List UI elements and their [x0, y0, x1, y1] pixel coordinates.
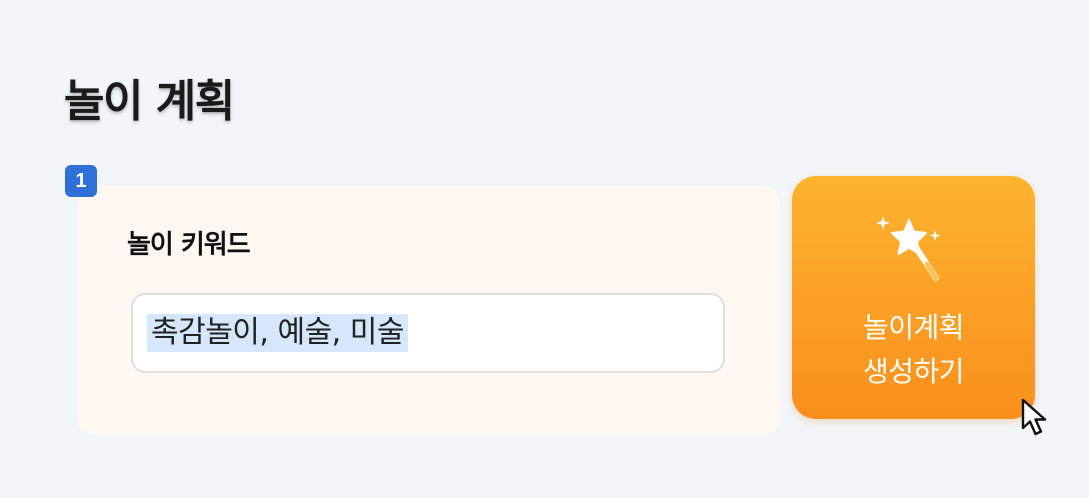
keyword-label: 놀이 키워드 [127, 230, 251, 260]
keyword-input-value: 촉감놀이, 예술, 미술 [147, 314, 408, 352]
generate-button-line2: 생성하기 [862, 355, 965, 388]
mouse-pointer-icon [1021, 398, 1047, 436]
keyword-card: 놀이 키워드 촉감놀이, 예술, 미술 [77, 186, 780, 435]
generate-button-line1: 놀이계획 [862, 311, 965, 344]
page-title: 놀이 계획 [64, 76, 235, 127]
magic-wand-icon [876, 216, 941, 281]
generate-plan-button-label: 놀이계획 생성하기 [792, 306, 1035, 394]
keyword-input[interactable]: 촉감놀이, 예술, 미술 [131, 293, 725, 373]
step-number-badge: 1 [65, 165, 97, 197]
